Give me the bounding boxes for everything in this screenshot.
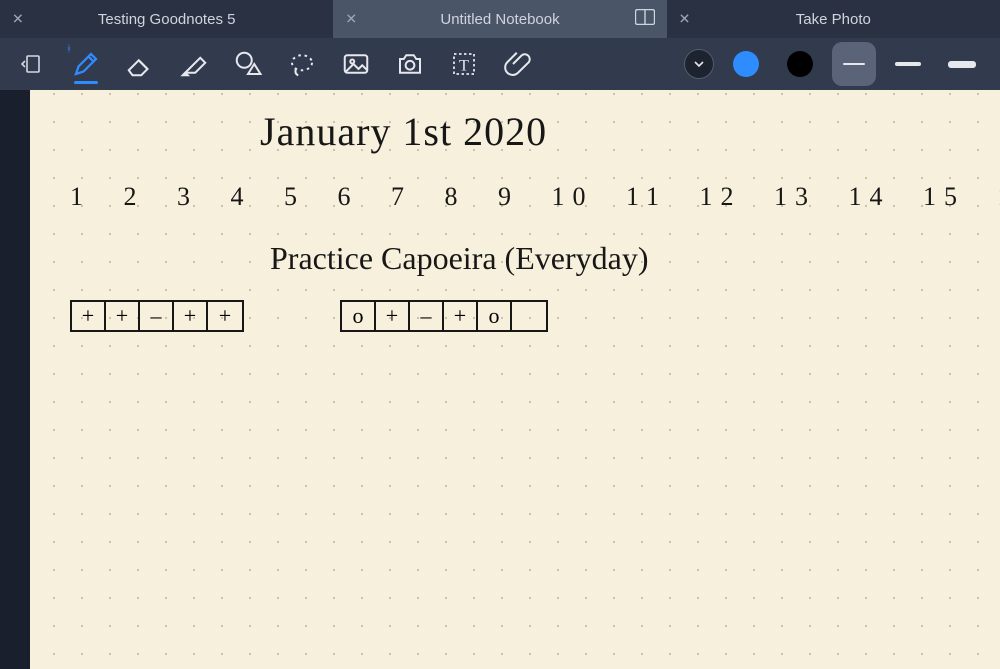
- color-swatch-black[interactable]: [778, 42, 822, 86]
- highlighter-tool[interactable]: [168, 42, 220, 86]
- close-icon[interactable]: ✕: [679, 11, 691, 28]
- image-tool[interactable]: [330, 42, 382, 86]
- tracker-cell: +: [376, 302, 410, 330]
- tracker-cell: +: [106, 302, 140, 330]
- color-dot: [733, 51, 759, 77]
- style-picker: [684, 42, 994, 86]
- back-to-library-button[interactable]: [6, 42, 58, 86]
- toolbar: ᚼ: [0, 38, 1000, 90]
- more-styles-button[interactable]: [684, 49, 714, 79]
- tracker-cell: [512, 302, 546, 330]
- note-page[interactable]: January 1st 2020 1 2 3 4 5 6 7 8 9 10 11…: [30, 90, 1000, 669]
- stroke-thin[interactable]: [832, 42, 876, 86]
- text-tool[interactable]: T: [438, 42, 490, 86]
- tracker-cell: +: [174, 302, 208, 330]
- bluetooth-icon: ᚼ: [66, 44, 72, 55]
- tracker-cell: o: [342, 302, 376, 330]
- stroke-sample: [843, 63, 865, 65]
- habit-tracker-box-2: o + – + o: [340, 300, 548, 332]
- close-icon[interactable]: ✕: [345, 11, 357, 28]
- stroke-medium[interactable]: [886, 42, 930, 86]
- tracker-cell: +: [208, 302, 242, 330]
- handwriting-title: January 1st 2020: [260, 108, 547, 155]
- color-swatch-blue[interactable]: [724, 42, 768, 86]
- tab-untitled-notebook[interactable]: ✕ Untitled Notebook: [333, 0, 666, 38]
- tab-label: Untitled Notebook: [440, 11, 559, 28]
- tab-take-photo[interactable]: ✕ Take Photo: [667, 0, 1000, 38]
- tracker-cell: –: [140, 302, 174, 330]
- handwriting-habit-line: Practice Capoeira (Everyday): [270, 240, 648, 277]
- camera-tool[interactable]: [384, 42, 436, 86]
- tracker-cell: –: [410, 302, 444, 330]
- tracker-cell: +: [444, 302, 478, 330]
- attachment-tool[interactable]: [492, 42, 544, 86]
- stroke-thick[interactable]: [940, 42, 984, 86]
- split-view-icon[interactable]: [635, 9, 655, 29]
- habit-tracker-box-1: + + – + +: [70, 300, 244, 332]
- tracker-cell: o: [478, 302, 512, 330]
- dot-grid-background: [30, 90, 1000, 669]
- handwriting-number-row: 1 2 3 4 5 6 7 8 9 10 11 12 13 14 15 16: [70, 182, 1000, 212]
- stroke-sample: [895, 62, 921, 66]
- stroke-sample: [948, 61, 976, 68]
- eraser-tool[interactable]: [114, 42, 166, 86]
- tab-bar: ✕ Testing Goodnotes 5 ✕ Untitled Noteboo…: [0, 0, 1000, 38]
- tab-label: Take Photo: [796, 11, 871, 28]
- svg-text:T: T: [459, 56, 469, 74]
- lasso-tool[interactable]: [276, 42, 328, 86]
- shape-tool[interactable]: [222, 42, 274, 86]
- color-dot: [787, 51, 813, 77]
- tracker-cell: +: [72, 302, 106, 330]
- pen-tool[interactable]: ᚼ: [60, 42, 112, 86]
- close-icon[interactable]: ✕: [12, 11, 24, 28]
- tab-label: Testing Goodnotes 5: [98, 11, 236, 28]
- tab-testing-goodnotes[interactable]: ✕ Testing Goodnotes 5: [0, 0, 333, 38]
